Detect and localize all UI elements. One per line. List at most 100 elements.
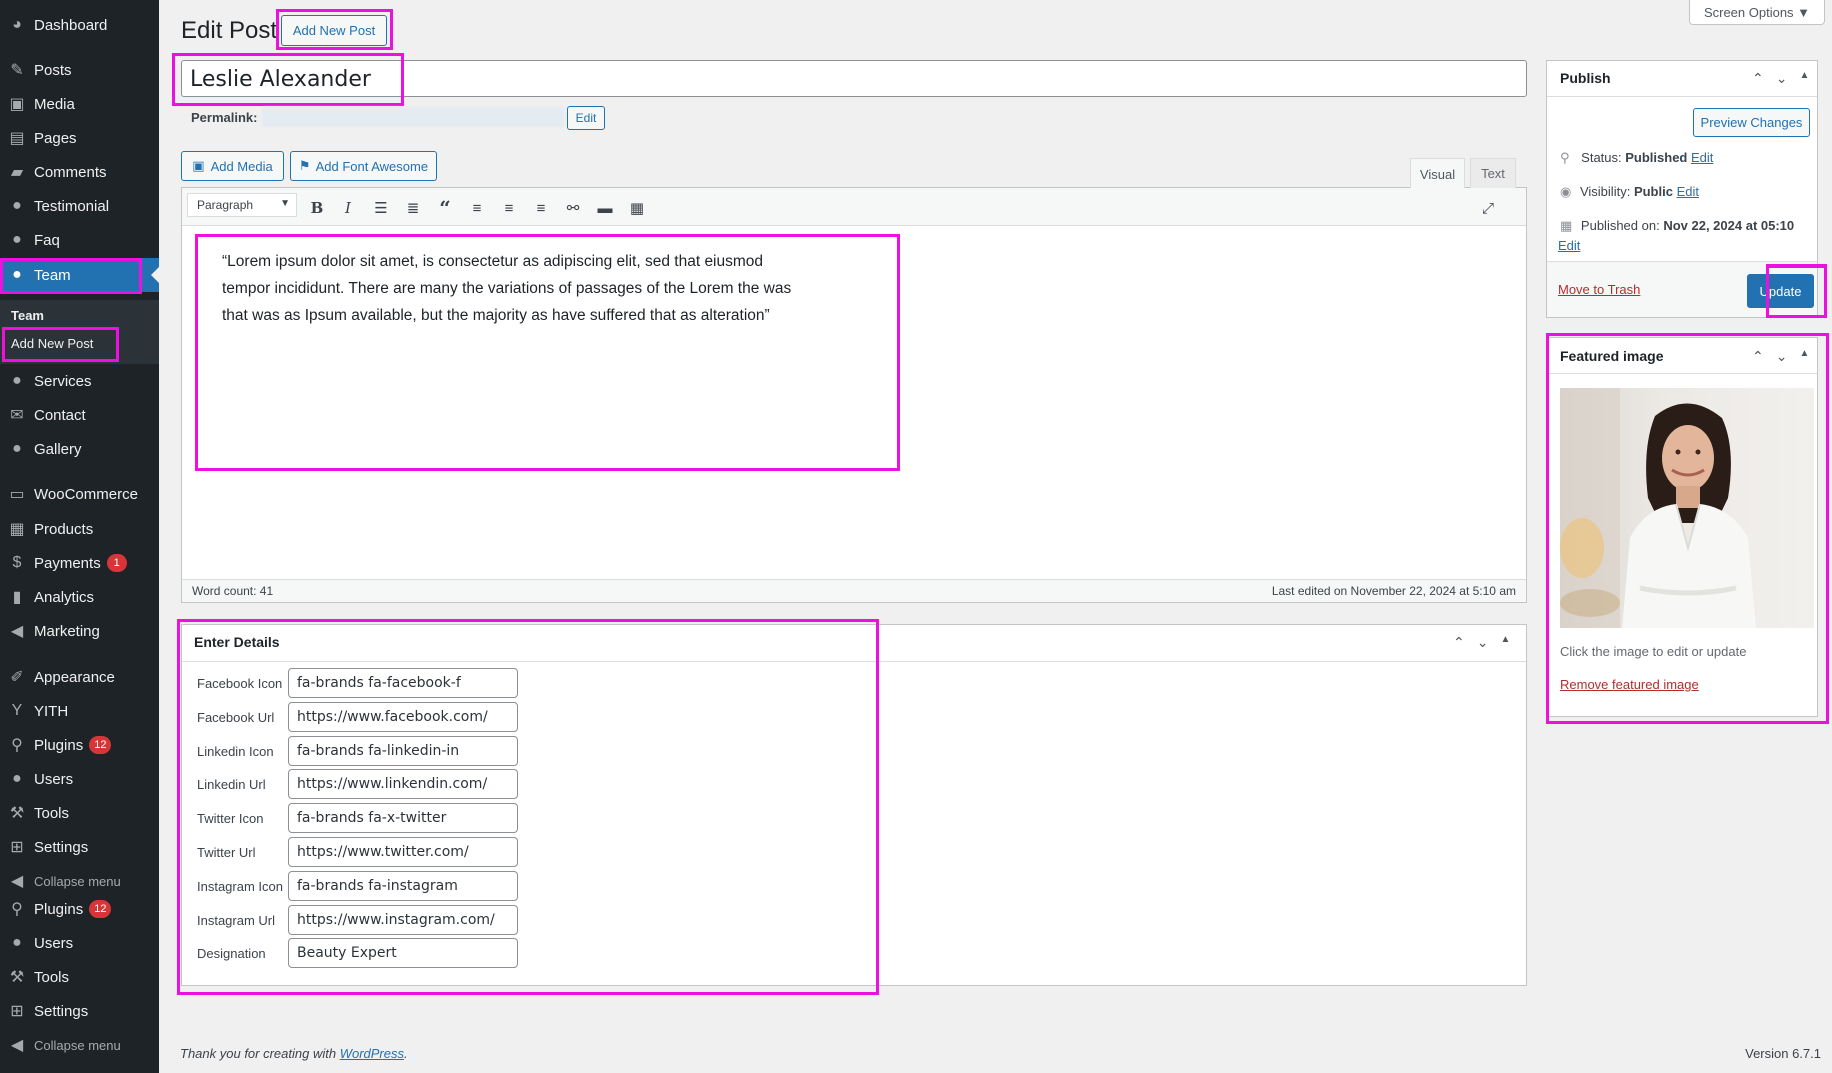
sidebar-item-label: Services bbox=[34, 372, 92, 390]
add-media-button[interactable]: ▣ Add Media bbox=[181, 151, 284, 181]
field-input[interactable]: https://www.facebook.com/ bbox=[288, 701, 518, 732]
user-icon: ● bbox=[12, 372, 22, 389]
visibility-row: ◉ Visibility: Public Edit bbox=[1560, 184, 1699, 200]
count-badge: 12 bbox=[89, 900, 112, 918]
sidebar-item-services[interactable]: ● Services bbox=[0, 364, 159, 398]
read-more-icon[interactable]: ▬ bbox=[593, 196, 617, 220]
user-icon: ● bbox=[12, 197, 22, 214]
blockquote-icon[interactable]: “ bbox=[433, 196, 457, 220]
sidebar-item-collapse-menu[interactable]: ◀ Collapse menu bbox=[0, 1028, 159, 1062]
fullscreen-icon[interactable]: ⤢ bbox=[1476, 196, 1500, 220]
sidebar-item-faq[interactable]: ● Faq bbox=[0, 223, 159, 257]
sidebar-item-marketing[interactable]: ◀ Marketing bbox=[0, 614, 159, 648]
plugin-icon: ⚲ bbox=[11, 901, 23, 918]
settings-icon: ⊞ bbox=[10, 839, 24, 856]
field-label: Instagram Icon bbox=[197, 878, 283, 894]
payments-icon: $ bbox=[12, 554, 22, 571]
yith-icon: Y bbox=[11, 702, 23, 719]
editor-content[interactable]: “Lorem ipsum dolor sit amet, is consecte… bbox=[222, 248, 814, 329]
field-input[interactable]: https://www.linkendin.com/ bbox=[288, 769, 518, 800]
sidebar-item-tools[interactable]: ⚒ Tools bbox=[0, 796, 159, 830]
sidebar-item-comments[interactable]: ▰ Comments bbox=[0, 155, 159, 189]
link-icon[interactable]: ⚯ bbox=[561, 196, 585, 220]
post-title-input[interactable]: Leslie Alexander bbox=[181, 60, 1527, 97]
sidebar-item-posts[interactable]: ✎ Posts bbox=[0, 53, 159, 87]
sidebar-item-settings[interactable]: ⊞ Settings bbox=[0, 830, 159, 864]
format-select[interactable]: Paragraph ▼ bbox=[187, 193, 297, 217]
tab-visual[interactable]: Visual bbox=[1410, 158, 1465, 189]
visibility-edit-link[interactable]: Edit bbox=[1677, 184, 1699, 199]
align-right-icon[interactable]: ≡ bbox=[529, 196, 553, 220]
move-down-icon[interactable]: ⌄ bbox=[1477, 634, 1489, 651]
sidebar-item-products[interactable]: ▦ Products bbox=[0, 512, 159, 546]
collapse-box-icon[interactable]: ▲ bbox=[1799, 348, 1809, 365]
sidebar-item-label: Settings bbox=[34, 838, 89, 856]
submenu-add-new-post[interactable]: Add New Post bbox=[11, 336, 93, 351]
sidebar-item-tools[interactable]: ⚒ Tools bbox=[0, 960, 159, 994]
field-input[interactable]: fa-brands fa-x-twitter bbox=[288, 803, 518, 834]
sidebar-item-label: Media bbox=[34, 95, 75, 113]
wordpress-link[interactable]: WordPress bbox=[340, 1046, 404, 1061]
preview-changes-button[interactable]: Preview Changes bbox=[1693, 108, 1810, 137]
pages-icon: ▤ bbox=[9, 130, 25, 147]
move-down-icon[interactable]: ⌄ bbox=[1776, 70, 1788, 87]
sidebar-item-contact[interactable]: ✉ Contact bbox=[0, 398, 159, 432]
field-input[interactable]: https://www.twitter.com/ bbox=[288, 837, 518, 867]
featured-image[interactable] bbox=[1560, 388, 1814, 628]
sidebar-item-media[interactable]: ▣ Media bbox=[0, 87, 159, 121]
sidebar-item-users[interactable]: ● Users bbox=[0, 926, 159, 960]
sidebar-item-users[interactable]: ● Users bbox=[0, 762, 159, 796]
pin-icon: ⚲ bbox=[1560, 150, 1570, 165]
field-label: Linkedin Url bbox=[197, 777, 266, 793]
collapse-box-icon[interactable]: ▲ bbox=[1799, 70, 1809, 87]
update-button[interactable]: Update bbox=[1747, 274, 1814, 308]
move-up-icon[interactable]: ⌃ bbox=[1752, 70, 1764, 87]
move-down-icon[interactable]: ⌄ bbox=[1776, 348, 1788, 365]
sidebar-item-pages[interactable]: ▤ Pages bbox=[0, 121, 159, 155]
footer-period: . bbox=[404, 1046, 408, 1061]
published-edit-link[interactable]: Edit bbox=[1558, 238, 1580, 253]
add-new-post-button[interactable]: Add New Post bbox=[281, 15, 387, 46]
bullet-list-icon[interactable]: ☰ bbox=[369, 196, 393, 220]
screen-options-button[interactable]: Screen Options ▼ bbox=[1689, 0, 1825, 25]
add-font-awesome-button[interactable]: ⚑ Add Font Awesome bbox=[290, 151, 437, 181]
sidebar-item-dashboard[interactable]: ◕ Dashboard bbox=[0, 8, 159, 42]
permalink-url-blurred[interactable] bbox=[262, 107, 564, 127]
sidebar-item-plugins[interactable]: ⚲ Plugins 12 bbox=[0, 892, 159, 926]
sidebar-item-appearance[interactable]: ✐ Appearance bbox=[0, 660, 159, 694]
align-left-icon[interactable]: ≡ bbox=[465, 196, 489, 220]
numbered-list-icon[interactable]: ≣ bbox=[401, 196, 425, 220]
remove-featured-image-link[interactable]: Remove featured image bbox=[1560, 677, 1699, 692]
sidebar-item-team[interactable]: ● Team bbox=[0, 258, 159, 292]
sidebar-item-label: Tools bbox=[34, 804, 70, 822]
permalink-edit-button[interactable]: Edit bbox=[567, 106, 605, 130]
italic-icon[interactable]: I bbox=[336, 196, 360, 220]
move-to-trash-link[interactable]: Move to Trash bbox=[1558, 282, 1640, 297]
status-edit-link[interactable]: Edit bbox=[1691, 150, 1713, 165]
published-value: Nov 22, 2024 at 05:10 bbox=[1663, 218, 1795, 233]
field-input[interactable]: fa-brands fa-instagram bbox=[288, 870, 518, 901]
align-center-icon[interactable]: ≡ bbox=[497, 196, 521, 220]
move-up-icon[interactable]: ⌃ bbox=[1752, 348, 1764, 365]
field-input[interactable]: Beauty Expert bbox=[288, 938, 518, 969]
sidebar-item-woocommerce[interactable]: ▭ WooCommerce bbox=[0, 477, 159, 511]
submenu-title[interactable]: Team bbox=[11, 308, 44, 323]
field-input[interactable]: fa-brands fa-linkedin-in bbox=[288, 735, 518, 766]
toolbar-toggle-icon[interactable]: ▦ bbox=[625, 196, 649, 220]
sidebar-item-yith[interactable]: Y YITH bbox=[0, 694, 159, 728]
permalink-label: Permalink: bbox=[191, 110, 258, 125]
sidebar-item-analytics[interactable]: ▮ Analytics bbox=[0, 580, 159, 614]
field-input[interactable]: https://www.instagram.com/ bbox=[288, 904, 518, 935]
woocommerce-icon: ▭ bbox=[9, 486, 25, 503]
sidebar-item-gallery[interactable]: ● Gallery bbox=[0, 432, 159, 466]
bold-icon[interactable]: B bbox=[305, 196, 329, 220]
sidebar-item-testimonial[interactable]: ● Testimonial bbox=[0, 189, 159, 223]
field-input[interactable]: fa-brands fa-facebook-f bbox=[288, 668, 518, 698]
collapse-box-icon[interactable]: ▲ bbox=[1500, 634, 1510, 651]
sidebar-item-plugins[interactable]: ⚲ Plugins 12 bbox=[0, 728, 159, 762]
move-up-icon[interactable]: ⌃ bbox=[1453, 634, 1465, 651]
tab-text[interactable]: Text bbox=[1470, 158, 1516, 188]
comments-icon: ▰ bbox=[10, 164, 24, 181]
sidebar-item-payments[interactable]: $ Payments 1 bbox=[0, 546, 159, 580]
sidebar-item-settings[interactable]: ⊞ Settings bbox=[0, 994, 159, 1028]
